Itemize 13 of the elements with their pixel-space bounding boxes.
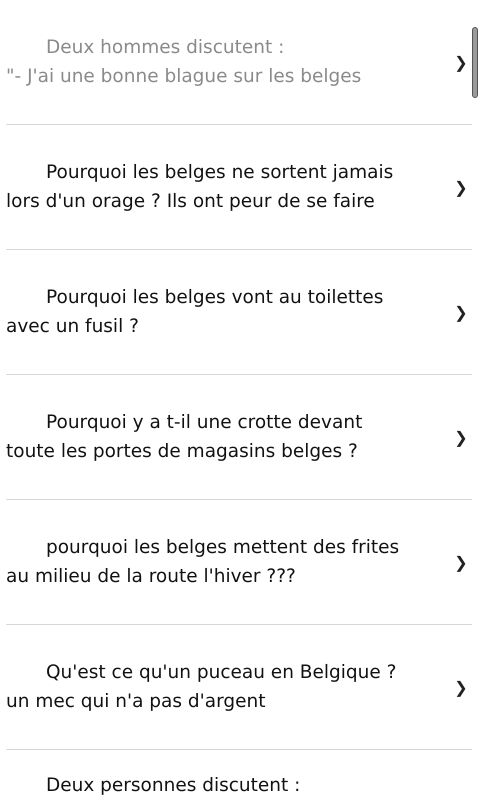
- chevron-icon: ❯: [454, 52, 468, 72]
- chevron-icon: ❯: [454, 552, 468, 572]
- joke-text[interactable]: Pourquoi les belges vont au toilettes avec un fusil ?: [6, 283, 454, 341]
- chevron-icon: ❯: [454, 178, 468, 196]
- chevron-icon: ❯: [454, 302, 468, 322]
- joke-text[interactable]: Qu'est ce qu'un puceau en Belgique ? un mec qui n'a pas d'argent: [6, 658, 454, 716]
- chevron-icon: ❯: [454, 678, 468, 696]
- joke-text[interactable]: Pourquoi y a t-il une crotte devant toute les portes de magasins belges ?: [6, 408, 454, 466]
- scrollbar-thumb[interactable]: [472, 27, 478, 98]
- joke-text[interactable]: Pourquoi les belges ne sortent jamais lors d'un orage ? Ils ont peur de se faire: [6, 158, 454, 216]
- chevron-icon: ❯: [454, 428, 468, 446]
- joke-text[interactable]: pourquoi les belges mettent des frites au milieu de la route l'hiver ???: [6, 533, 454, 591]
- joke-text[interactable]: Deux personnes discutent :: [6, 771, 468, 800]
